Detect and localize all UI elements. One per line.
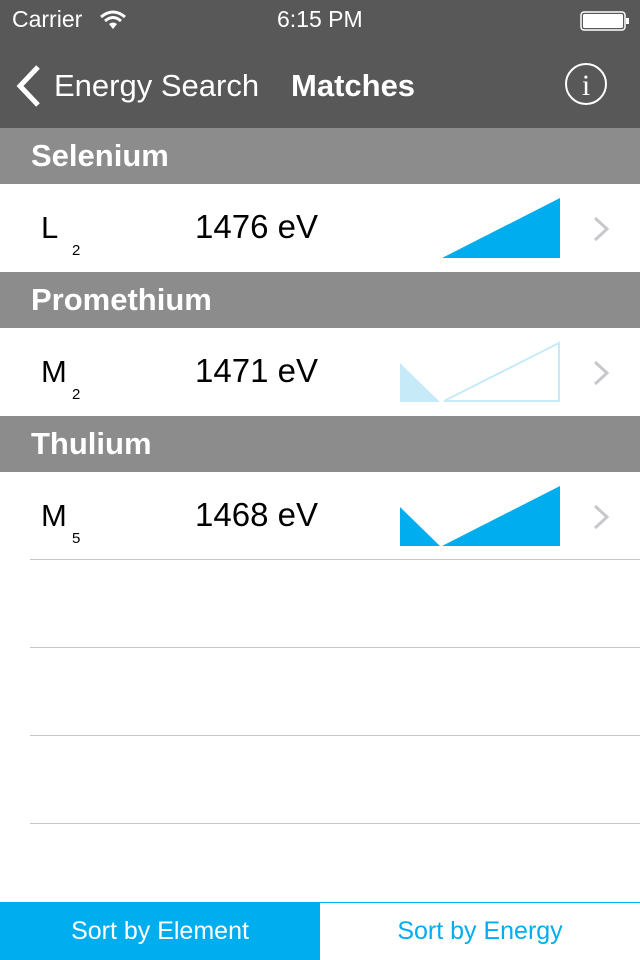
page-title: Matches	[291, 68, 416, 103]
row-separator	[30, 735, 640, 736]
chevron-right-icon	[593, 216, 610, 242]
navigation-header: Carrier 6:15 PM Energy Search Matches i	[0, 0, 640, 128]
table-row[interactable]: L2 1476 eV	[0, 184, 640, 272]
table-row[interactable]: M2 1471 eV	[0, 328, 640, 416]
chevron-right-icon	[593, 504, 610, 530]
back-label: Energy Search	[54, 68, 260, 103]
section-header: Promethium	[0, 272, 640, 328]
chevron-left-icon	[16, 65, 40, 107]
wifi-icon	[100, 10, 126, 29]
carrier-label: Carrier	[12, 6, 83, 32]
row-separator	[30, 647, 640, 648]
energy-value: 1468 eV	[195, 496, 318, 533]
tab-sort-by-energy[interactable]: Sort by Energy	[320, 902, 640, 960]
battery-icon	[580, 11, 629, 31]
energy-value: 1476 eV	[195, 208, 318, 245]
light-triangles-icon	[400, 341, 560, 402]
section-header: Thulium	[0, 416, 640, 472]
shell-label: L2	[41, 210, 81, 259]
row-separator	[30, 823, 640, 824]
shell-label: M2	[41, 354, 81, 403]
tab-sort-by-element[interactable]: Sort by Element	[0, 902, 320, 960]
energy-value: 1471 eV	[195, 352, 318, 389]
sort-segmented-control: Sort by Element Sort by Energy	[0, 902, 640, 960]
shell-label: M5	[41, 498, 81, 547]
time-label: 6:15 PM	[277, 6, 363, 32]
section-header: Selenium	[0, 128, 640, 184]
right-triangle-filled-icon	[442, 198, 560, 258]
back-button[interactable]: Energy Search	[14, 64, 259, 108]
svg-text:i: i	[582, 69, 590, 102]
filled-triangles-icon	[400, 486, 560, 546]
table-row[interactable]: M5 1468 eV	[0, 472, 640, 560]
info-icon[interactable]: i	[564, 62, 608, 106]
chevron-right-icon	[593, 360, 610, 386]
row-separator	[30, 559, 640, 560]
